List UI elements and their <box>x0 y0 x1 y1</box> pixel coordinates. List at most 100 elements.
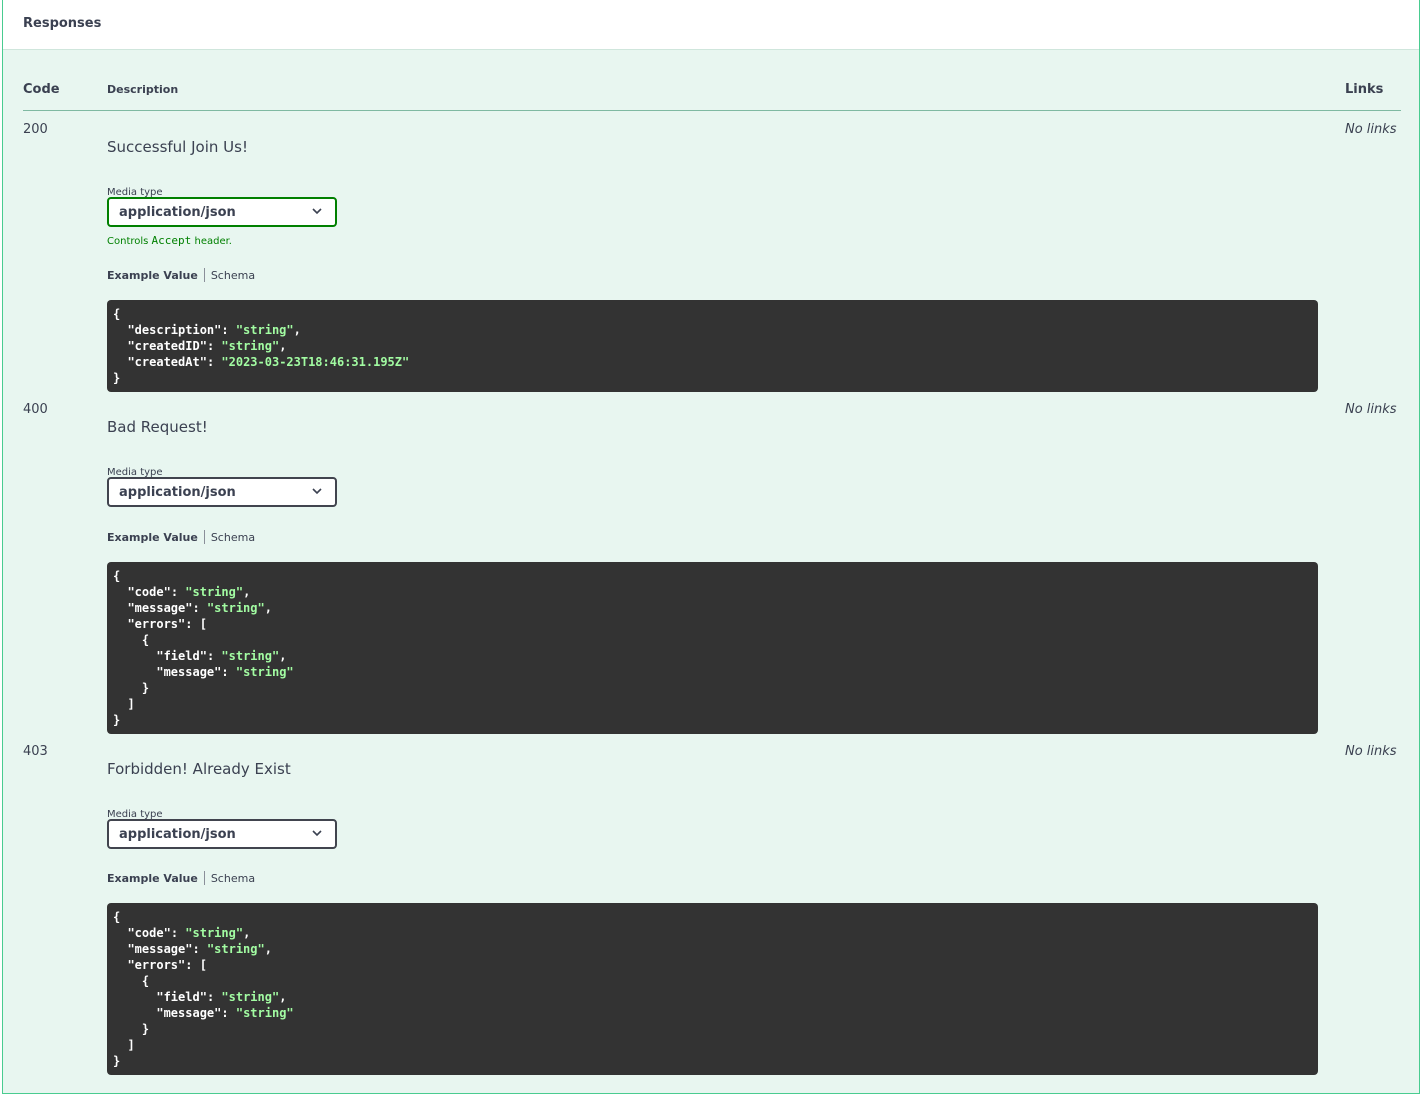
code-token: , <box>279 990 287 1004</box>
code-token: "code" <box>127 926 171 940</box>
media-type-select[interactable]: application/json <box>107 477 337 507</box>
response-description: Bad Request! <box>107 418 208 436</box>
code-token: "message" <box>127 601 193 615</box>
code-line: ] <box>113 696 1318 712</box>
code-token: , <box>264 601 272 615</box>
example-code-block: { "description": "string", "createdID": … <box>107 300 1318 392</box>
code-token: : <box>170 926 186 940</box>
code-line: ] <box>113 1037 1318 1053</box>
code-token: : <box>192 601 207 615</box>
response-code: 200 <box>23 122 48 137</box>
code-string: "string" <box>221 339 280 353</box>
code-string: "string" <box>235 323 294 337</box>
code-line: "field": "string", <box>113 989 1318 1005</box>
controls-accept-note: Controls Accept header. <box>107 234 232 247</box>
section-title: Responses <box>23 16 102 31</box>
code-token: , <box>243 585 251 599</box>
code-token: : <box>206 649 222 663</box>
code-line: "errors": [ <box>113 616 1318 632</box>
code-line: } <box>113 1053 1318 1069</box>
code-token: } <box>113 1022 150 1036</box>
code-line: { <box>113 306 1318 322</box>
response-code: 403 <box>23 744 48 759</box>
code-line: "message": "string", <box>113 600 1318 616</box>
tab-example-value[interactable]: Example Value <box>107 872 198 885</box>
code-token: : <box>192 942 207 956</box>
code-token: "message" <box>127 942 193 956</box>
chevron-down-icon <box>312 208 322 215</box>
code-line: { <box>113 909 1318 925</box>
response-code: 400 <box>23 402 48 417</box>
chevron-down-icon <box>312 830 322 837</box>
code-token: { <box>113 633 150 647</box>
code-token: } <box>113 713 121 727</box>
response-links: No links <box>1345 402 1397 417</box>
code-token: , <box>293 323 301 337</box>
tab-schema[interactable]: Schema <box>211 531 255 544</box>
code-token: "description" <box>127 323 222 337</box>
column-header-links: Links <box>1345 82 1384 97</box>
code-token: : <box>206 339 222 353</box>
code-line: } <box>113 712 1318 728</box>
code-token: : <box>221 1006 236 1020</box>
example-code-block: { "code": "string", "message": "string",… <box>107 562 1318 734</box>
code-token: : <box>206 990 222 1004</box>
tab-schema[interactable]: Schema <box>211 269 255 282</box>
response-description: Forbidden! Already Exist <box>107 760 291 778</box>
code-token: { <box>113 569 121 583</box>
tab-example-value[interactable]: Example Value <box>107 269 198 282</box>
tab-divider <box>203 268 205 282</box>
code-token: { <box>113 307 121 321</box>
code-string: "string" <box>206 942 265 956</box>
code-line: "message": "string", <box>113 941 1318 957</box>
code-token: ] <box>113 697 135 711</box>
media-type-select[interactable]: application/json <box>107 819 337 849</box>
tab-example-value[interactable]: Example Value <box>107 531 198 544</box>
code-line: "description": "string", <box>113 322 1318 338</box>
code-token: "createdID" <box>127 339 207 353</box>
column-header-code: Code <box>23 82 60 97</box>
example-tabs: Example Value Schema <box>107 871 255 885</box>
tab-schema[interactable]: Schema <box>211 872 255 885</box>
code-token: } <box>113 1054 121 1068</box>
code-token: "field" <box>156 990 207 1004</box>
tab-divider <box>203 871 205 885</box>
response-description: Successful Join Us! <box>107 138 248 156</box>
code-string: "string" <box>221 990 280 1004</box>
code-line: "code": "string", <box>113 584 1318 600</box>
media-type-value: application/json <box>119 204 236 220</box>
code-token: "message" <box>156 665 222 679</box>
code-string: "string" <box>185 585 244 599</box>
code-token: : <box>221 665 236 679</box>
header-divider <box>23 110 1401 111</box>
code-token: "createdAt" <box>127 355 207 369</box>
response-links: No links <box>1345 744 1397 759</box>
code-token: { <box>113 910 121 924</box>
code-token: } <box>113 371 121 385</box>
code-token: "message" <box>156 1006 222 1020</box>
code-line: "createdAt": "2023-03-23T18:46:31.195Z" <box>113 354 1318 370</box>
code-token: : [ <box>185 617 207 631</box>
chevron-down-icon <box>312 488 322 495</box>
code-line: "message": "string" <box>113 1005 1318 1021</box>
code-string: "string" <box>221 649 280 663</box>
media-type-value: application/json <box>119 826 236 842</box>
code-token: } <box>113 681 150 695</box>
code-token: { <box>113 974 150 988</box>
code-token: , <box>243 926 251 940</box>
code-token: "errors" <box>127 617 186 631</box>
media-type-select[interactable]: application/json <box>107 197 337 227</box>
code-line: } <box>113 680 1318 696</box>
code-string: "string" <box>235 1006 294 1020</box>
code-line: "createdID": "string", <box>113 338 1318 354</box>
code-token: : <box>221 323 236 337</box>
